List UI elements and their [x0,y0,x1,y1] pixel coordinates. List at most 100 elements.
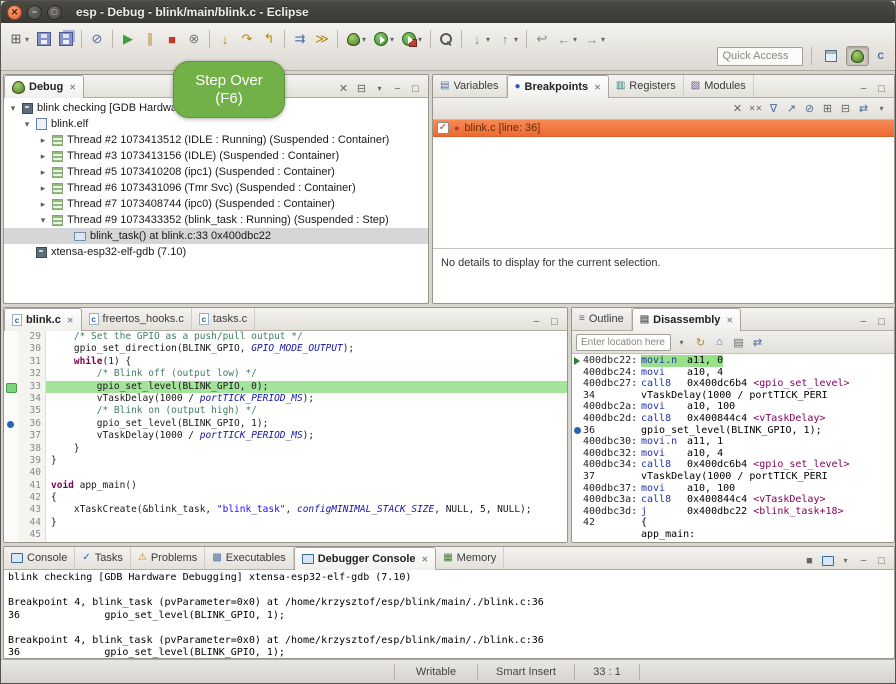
tab-variables[interactable]: ▤ Variables [433,75,507,97]
disassembly-row[interactable]: 400dbc24:movia10, 4 [572,367,894,379]
forward-icon[interactable]: → [582,29,602,49]
location-dropdown-icon[interactable]: ▾ [673,334,690,351]
close-icon[interactable]: ✕ [69,83,76,92]
step-into-icon[interactable]: ↓ [215,29,235,49]
code-line[interactable]: 29 /* Set the GPIO as a push/pull output… [4,331,567,343]
marker-gutter[interactable] [4,529,18,541]
disassembly-source-row[interactable]: 37vTaskDelay(1000 / portTICK_PERI [572,471,894,483]
chevron-down-icon[interactable]: ▾ [390,35,398,44]
debug-button[interactable] [343,29,363,49]
tree-item-stack-frame[interactable]: blink_task() at blink.c:33 0x400dbc22 [4,228,428,244]
marker-gutter[interactable] [4,480,18,492]
close-icon[interactable]: ✕ [726,316,733,325]
show-source-icon[interactable]: ▤ [730,334,747,351]
code-editor[interactable]: 29 /* Set the GPIO as a push/pull output… [4,331,567,542]
location-input[interactable] [576,334,671,351]
marker-gutter[interactable] [4,368,18,380]
view-menu-icon[interactable]: ▾ [837,552,854,569]
tab-blink-c[interactable]: c blink.c ✕ [4,308,82,331]
suspend-icon[interactable]: ∥ [140,29,160,49]
chevron-down-icon[interactable]: ▾ [573,35,581,44]
code-line[interactable]: 37 vTaskDelay(1000 / portTICK_PERIOD_MS)… [4,430,567,442]
tree-item-thread[interactable]: ▸ Thread #2 1073413512 (IDLE : Running) … [4,132,428,148]
maximize-icon[interactable]: □ [873,80,890,97]
step-over-icon[interactable]: ↷ [237,29,257,49]
tab-debug[interactable]: Debug ✕ [4,75,84,98]
tab-disassembly[interactable]: ▤ Disassembly ✕ [632,308,741,331]
tree-item-thread[interactable]: ▸ Thread #5 1073410208 (ipc1) (Suspended… [4,164,428,180]
home-icon[interactable]: ⌂ [711,334,728,351]
skip-all-breakpoints-icon[interactable]: ⊘ [87,29,107,49]
tab-debugger-console[interactable]: Debugger Console ✕ [294,547,437,570]
code-line[interactable]: 35 /* Blink on (output high) */ [4,405,567,417]
disassembly-listing[interactable]: 400dbc22:movi.na11, 0 400dbc24:movia10, … [572,354,894,542]
chevron-down-icon[interactable]: ▾ [418,35,426,44]
remove-breakpoint-icon[interactable]: ✕ [729,100,746,117]
tree-item-thread[interactable]: ▸ Thread #3 1073413156 (IDLE) (Suspended… [4,148,428,164]
disassembly-row[interactable]: 400dbc32:movia10, 4 [572,448,894,460]
tab-console[interactable]: Console [4,547,75,569]
minimize-icon[interactable]: − [855,552,872,569]
code-line[interactable]: 32 /* Blink off (output low) */ [4,368,567,380]
close-icon[interactable]: ✕ [422,555,429,564]
minimize-icon[interactable]: − [389,80,406,97]
tree-item-thread[interactable]: ▾ Thread #9 1073433352 (blink_task : Run… [4,212,428,228]
close-icon[interactable]: ✕ [594,83,601,92]
tab-tasks[interactable]: ✓ Tasks [75,547,131,569]
titlebar[interactable]: ✕ − □ esp - Debug - blink/main/blink.c -… [1,1,895,23]
expander-icon[interactable]: ▸ [38,199,48,210]
minimize-icon[interactable]: − [855,80,872,97]
show-breakpoints-for-selection-icon[interactable]: ∇ [765,100,782,117]
previous-annotation-icon[interactable]: ↑ [495,29,515,49]
cpp-perspective-button[interactable]: C [873,46,890,66]
code-line[interactable]: 40 [4,467,567,479]
code-line[interactable]: 42{ [4,492,567,504]
disassembly-row[interactable]: 400dbc3d:j0x400dbc22 <blink_task+18> [572,506,894,518]
close-icon[interactable]: ✕ [67,316,74,325]
link-with-debug-view-icon[interactable]: ⇄ [855,100,872,117]
last-edit-location-icon[interactable]: ↩ [532,29,552,49]
marker-gutter[interactable] [4,393,18,405]
tree-item-gdb-process[interactable]: xtensa-esp32-elf-gdb (7.10) [4,244,428,260]
expander-icon[interactable]: ▾ [38,215,48,226]
disassembly-row[interactable]: 400dbc27:call80x400dc6b4 <gpio_set_level… [572,378,894,390]
link-with-debug-context-icon[interactable]: ⇄ [749,334,766,351]
next-annotation-icon[interactable]: ↓ [467,29,487,49]
breakpoint-row[interactable]: ✓ ● blink.c [line: 36] [433,120,894,137]
window-minimize-button[interactable]: − [27,5,42,20]
tree-item-target[interactable]: ▾ blink.elf [4,116,428,132]
expander-icon[interactable]: ▾ [22,119,32,130]
window-maximize-button[interactable]: □ [47,5,62,20]
minimize-icon[interactable]: − [528,313,545,330]
new-wizard-icon[interactable]: ⊞ [6,29,26,49]
remove-all-terminated-icon[interactable]: ✕ [335,80,352,97]
collapse-all-icon[interactable]: ⊟ [837,100,854,117]
maximize-icon[interactable]: □ [407,80,424,97]
breakpoint-marker-icon[interactable] [4,418,18,430]
disassembly-row[interactable]: 400dbc2d:call80x400844c4 <vTaskDelay> [572,413,894,425]
marker-gutter[interactable] [4,430,18,442]
chevron-down-icon[interactable]: ▾ [25,35,33,44]
view-menu-icon[interactable]: ▾ [873,100,890,117]
disassembly-source-row[interactable]: 36gpio_set_level(BLINK_GPIO, 1); [572,425,894,437]
disassembly-row[interactable]: 400dbc30:movi.na11, 1 [572,436,894,448]
minimize-icon[interactable]: − [855,313,872,330]
code-line[interactable]: 31 while(1) { [4,356,567,368]
marker-gutter[interactable] [4,517,18,529]
view-menu-icon[interactable]: ▾ [371,80,388,97]
expander-icon[interactable]: ▸ [38,151,48,162]
tab-freertos-hooks-c[interactable]: c freertos_hooks.c [82,308,192,330]
disassembly-row[interactable]: 400dbc34:call80x400dc6b4 <gpio_set_level… [572,459,894,471]
maximize-icon[interactable]: □ [873,313,890,330]
maximize-icon[interactable]: □ [873,552,890,569]
chevron-down-icon[interactable]: ▾ [486,35,494,44]
breakpoint-checkbox[interactable]: ✓ [437,122,449,134]
maximize-icon[interactable]: □ [546,313,563,330]
search-button[interactable] [436,29,456,49]
marker-gutter[interactable] [4,504,18,516]
terminate-icon[interactable]: ■ [162,29,182,49]
console-output[interactable]: blink checking [GDB Hardware Debugging] … [4,570,894,658]
disassembly-source-row[interactable]: 34vTaskDelay(1000 / portTICK_PERI [572,390,894,402]
go-to-file-icon[interactable]: ↗ [783,100,800,117]
code-line[interactable]: 41void app_main() [4,480,567,492]
